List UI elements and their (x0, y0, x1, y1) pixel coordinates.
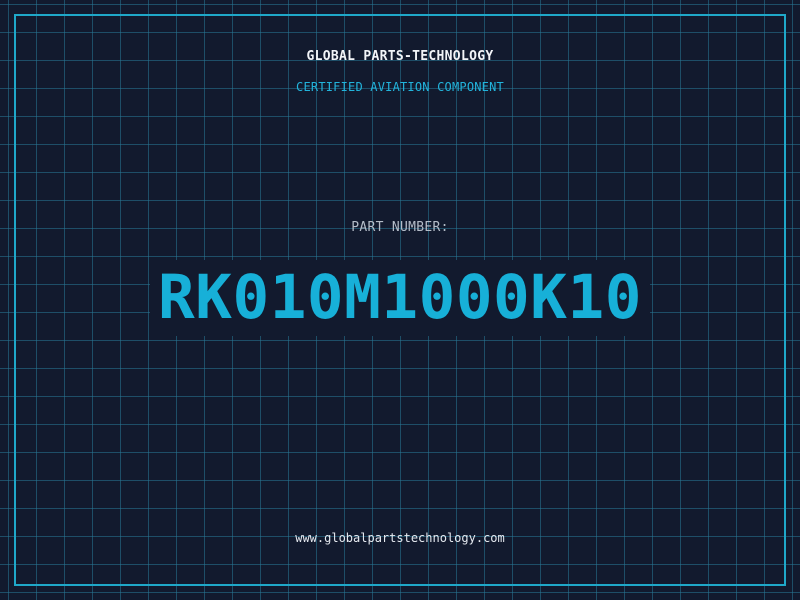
website-url[interactable]: www.globalpartstechnology.com (0, 531, 800, 545)
part-number-value: RK010M1000K10 (150, 260, 650, 336)
part-number-label: PART NUMBER: (351, 220, 449, 235)
certificate-card: GLOBAL PARTS-TECHNOLOGY CERTIFIED AVIATI… (0, 0, 800, 600)
part-number-container: RK010M1000K10 (0, 258, 800, 338)
certification-subtitle: CERTIFIED AVIATION COMPONENT (296, 80, 504, 94)
company-name: GLOBAL PARTS-TECHNOLOGY (306, 49, 494, 64)
